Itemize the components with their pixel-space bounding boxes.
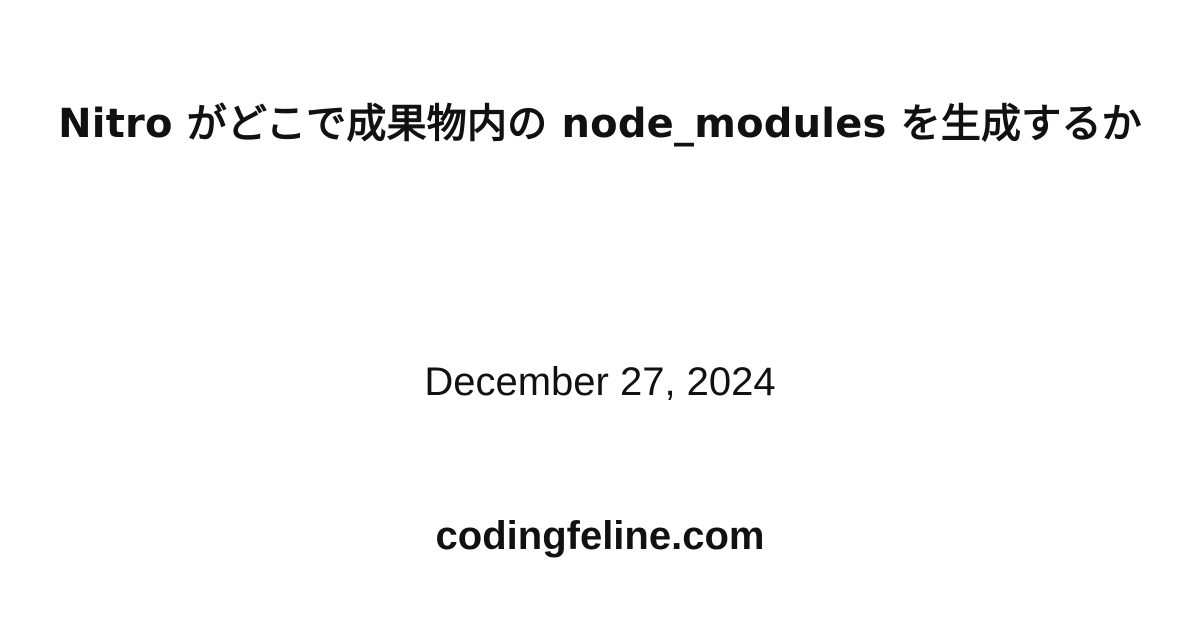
post-date: December 27, 2024 [424,360,776,404]
site-name: codingfeline.com [435,514,765,558]
og-card: Nitro がどこで成果物内の node_modules を生成するか Dece… [0,0,1200,630]
post-title: Nitro がどこで成果物内の node_modules を生成するか [58,101,1142,147]
